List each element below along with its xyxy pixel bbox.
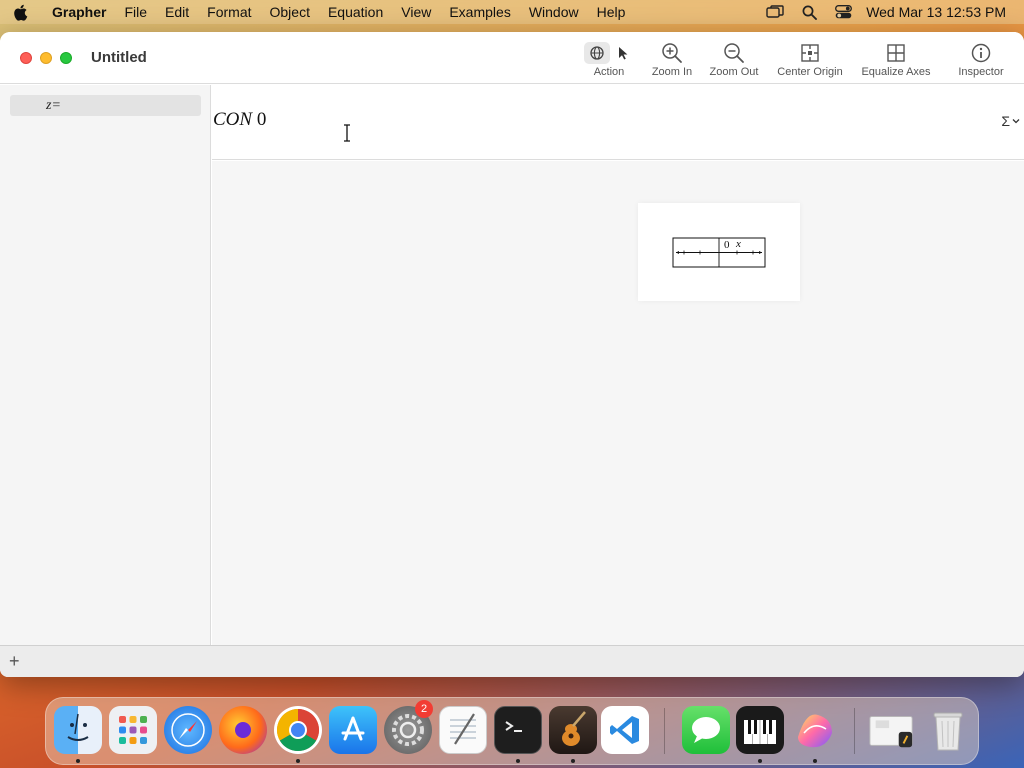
spotlight-search-icon[interactable] xyxy=(792,5,826,20)
text-cursor-icon xyxy=(344,124,350,142)
zoom-out-button[interactable]: Zoom Out xyxy=(702,32,766,84)
globe-icon xyxy=(590,46,604,60)
menu-clock[interactable]: Wed Mar 13 12:53 PM xyxy=(860,4,1024,20)
control-center-icon[interactable] xyxy=(826,5,860,19)
screen-mirroring-icon[interactable] xyxy=(758,5,792,19)
menu-file[interactable]: File xyxy=(115,0,156,24)
origin-label: 0 xyxy=(724,239,730,251)
inspector-button[interactable]: Inspector xyxy=(938,32,1024,84)
dock-chrome-icon[interactable] xyxy=(274,706,322,754)
sigma-symbol: Σ xyxy=(1001,113,1010,129)
chevron-down-icon xyxy=(1012,119,1020,124)
dock-vscode-icon[interactable] xyxy=(601,706,649,754)
center-origin-icon xyxy=(801,44,819,62)
dock-separator xyxy=(664,708,665,754)
equalize-axes-icon xyxy=(887,44,905,62)
zoom-out-icon xyxy=(724,43,744,63)
equation-constant: 0 xyxy=(252,109,267,130)
add-equation-button[interactable]: + xyxy=(9,650,20,672)
piano-running-indicator xyxy=(758,759,762,763)
chrome-running-indicator xyxy=(296,759,300,763)
graph-page: 0 x xyxy=(638,203,800,301)
window-controls xyxy=(20,52,72,64)
dock-launchpad-icon[interactable] xyxy=(109,706,157,754)
graph-canvas[interactable]: 0 x xyxy=(212,161,1024,645)
menu-object[interactable]: Object xyxy=(261,0,319,24)
toolbar: Action Zoom In Zoom Out Center Origin Eq… xyxy=(576,32,1024,84)
close-button[interactable] xyxy=(20,52,32,64)
graph-preview: 0 x xyxy=(672,237,766,268)
terminal-running-indicator xyxy=(516,759,520,763)
grapher-window: Untitled Action Zoom In Zoom Out Center … xyxy=(0,32,1024,677)
info-icon xyxy=(971,43,991,63)
center-origin-label: Center Origin xyxy=(777,66,843,78)
menu-window[interactable]: Window xyxy=(520,0,588,24)
title-bar: Untitled Action Zoom In Zoom Out Center … xyxy=(0,32,1024,84)
dock-trash-icon[interactable] xyxy=(924,706,972,754)
grapher-running-indicator xyxy=(813,759,817,763)
dock-terminal-icon[interactable] xyxy=(494,706,542,754)
equation-text[interactable]: CON 0 xyxy=(213,109,266,131)
zoom-in-label: Zoom In xyxy=(651,66,693,78)
apple-menu-icon[interactable] xyxy=(0,4,40,21)
dock-separator-2 xyxy=(854,708,855,754)
pointer-arrow-icon xyxy=(619,47,628,60)
garageband-running-indicator xyxy=(571,759,575,763)
action-label: Action xyxy=(593,66,625,78)
minimize-button[interactable] xyxy=(40,52,52,64)
equation-sidebar: z= xyxy=(0,85,211,645)
dock-textedit-icon[interactable] xyxy=(439,706,487,754)
window-title: Untitled xyxy=(91,49,147,66)
sigma-menu-button[interactable]: Σ xyxy=(1001,113,1020,129)
dock-firefox-icon[interactable] xyxy=(219,706,267,754)
settings-notification-badge: 2 xyxy=(415,700,433,718)
dock-app-store-icon[interactable] xyxy=(329,706,377,754)
dock: 2 xyxy=(45,697,979,765)
rotate-tool-button[interactable] xyxy=(584,42,610,64)
inspector-label: Inspector xyxy=(958,66,1004,78)
equalize-axes-button[interactable]: Equalize Axes xyxy=(854,32,938,84)
menu-format[interactable]: Format xyxy=(198,0,260,24)
select-tool-button[interactable] xyxy=(612,42,634,64)
bottom-bar: + xyxy=(0,645,1024,677)
dock-garageband-icon[interactable] xyxy=(549,706,597,754)
menu-examples[interactable]: Examples xyxy=(440,0,519,24)
dock-piano-icon[interactable] xyxy=(736,706,784,754)
menu-help[interactable]: Help xyxy=(588,0,635,24)
dock-messages-icon[interactable] xyxy=(682,706,730,754)
dock-finder-icon[interactable] xyxy=(54,706,102,754)
zoom-out-label: Zoom Out xyxy=(709,66,759,78)
zoom-in-icon xyxy=(662,43,682,63)
equation-list-item[interactable]: z= xyxy=(10,95,201,116)
center-origin-button[interactable]: Center Origin xyxy=(766,32,854,84)
menu-equation[interactable]: Equation xyxy=(319,0,392,24)
zoom-in-button[interactable]: Zoom In xyxy=(642,32,702,84)
menu-app-name[interactable]: Grapher xyxy=(40,0,115,24)
x-axis-label: x xyxy=(735,238,741,250)
action-tool: Action xyxy=(576,32,642,84)
dock-grapher-icon[interactable] xyxy=(791,706,839,754)
menu-view[interactable]: View xyxy=(392,0,440,24)
dock-preview-stack-icon[interactable] xyxy=(868,706,916,754)
finder-running-indicator xyxy=(76,759,80,763)
dock-safari-icon[interactable] xyxy=(164,706,212,754)
menu-edit[interactable]: Edit xyxy=(156,0,198,24)
equalize-axes-label: Equalize Axes xyxy=(861,66,931,78)
equation-variable: CON xyxy=(213,109,253,130)
menu-bar: Grapher File Edit Format Object Equation… xyxy=(0,0,1024,24)
equation-editor[interactable]: CON 0 Σ xyxy=(212,85,1024,160)
maximize-button[interactable] xyxy=(60,52,72,64)
